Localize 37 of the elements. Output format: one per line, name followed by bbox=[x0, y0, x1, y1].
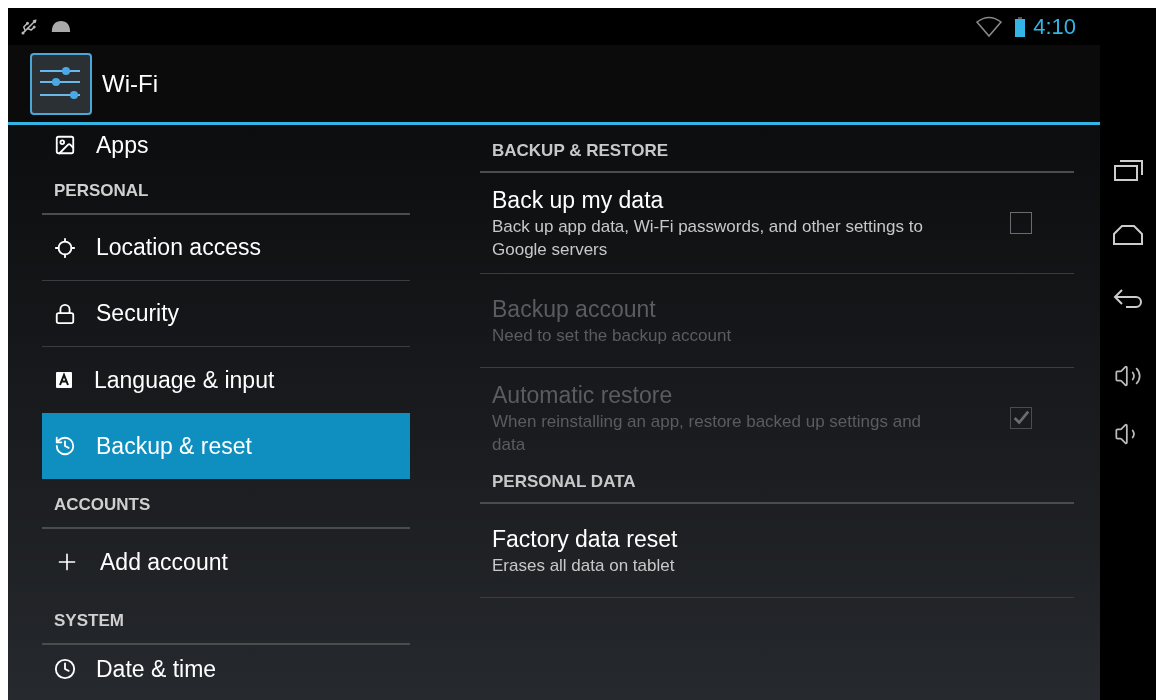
clock-icon bbox=[54, 658, 76, 680]
battery-icon bbox=[1015, 16, 1026, 37]
checkbox[interactable] bbox=[1010, 212, 1032, 234]
checkmark-icon bbox=[1012, 409, 1030, 427]
usb-icon bbox=[20, 17, 38, 36]
settings-sliders-icon[interactable] bbox=[30, 52, 92, 115]
letter-a-icon bbox=[54, 370, 74, 390]
preference-summary: Need to set the backup account bbox=[492, 325, 733, 347]
restore-icon bbox=[54, 435, 76, 457]
section-header: ACCOUNTS bbox=[54, 493, 151, 516]
home-icon[interactable] bbox=[1112, 224, 1144, 246]
sidebar-item[interactable]: Language & input bbox=[42, 347, 410, 413]
sidebar-item[interactable]: Location access bbox=[42, 215, 410, 281]
section-header: PERSONAL DATA bbox=[492, 470, 636, 493]
sidebar-item[interactable]: Apps bbox=[42, 125, 410, 165]
preference-title[interactable]: Back up my data bbox=[492, 185, 1010, 215]
action-bar-title: Wi-Fi bbox=[102, 68, 158, 99]
preference-summary: Back up app data, Wi-Fi passwords, and other settings to Google servers bbox=[492, 216, 924, 261]
preference-title[interactable]: Factory data reset bbox=[492, 524, 1032, 554]
sidebar-item[interactable]: Date & time bbox=[42, 645, 410, 693]
section-header: SYSTEM bbox=[54, 609, 124, 632]
sidebar-item[interactable]: Add account bbox=[42, 529, 410, 595]
picture-icon bbox=[54, 134, 76, 156]
recent-apps-icon[interactable] bbox=[1113, 158, 1143, 182]
crosshair-icon bbox=[54, 236, 76, 259]
wifi-icon bbox=[975, 15, 1004, 38]
preference-title: Backup account bbox=[492, 295, 657, 324]
section-header: BACKUP & RESTORE bbox=[492, 139, 668, 162]
preference-summary: When reinstalling an app, restore backed up settings and data bbox=[492, 411, 923, 456]
sidebar-item[interactable]: Security bbox=[42, 281, 410, 347]
clock-time: 4:10 bbox=[1033, 13, 1076, 41]
sidebar-item[interactable]: Backup & reset bbox=[42, 413, 410, 479]
lock-icon bbox=[54, 302, 76, 325]
section-header: PERSONAL bbox=[54, 179, 149, 202]
preference-summary: Erases all data on tablet bbox=[492, 555, 676, 577]
back-icon[interactable] bbox=[1112, 288, 1144, 310]
preference-title: Automatic restore bbox=[492, 381, 674, 410]
